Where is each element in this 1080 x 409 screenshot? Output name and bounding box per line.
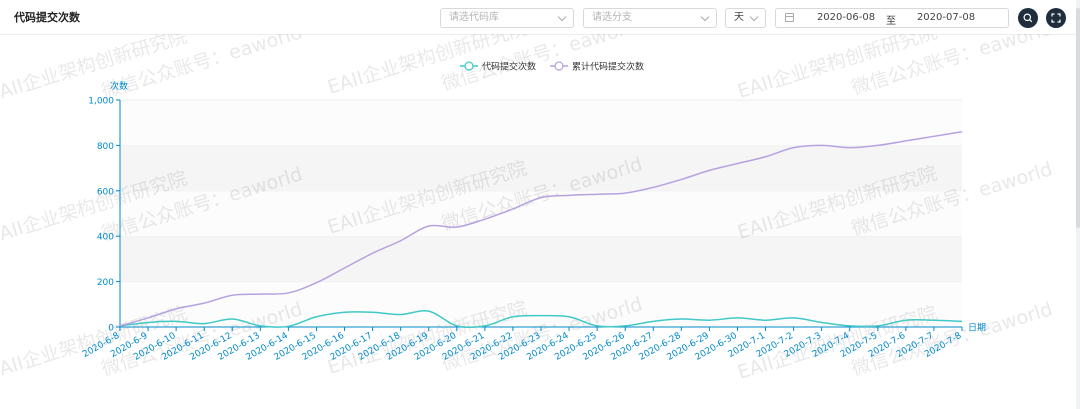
repo-select[interactable]: 请选代码库 xyxy=(440,8,574,28)
date-start-input[interactable]: 2020-06-08 xyxy=(816,12,876,23)
x-axis-title: 日期 xyxy=(968,323,986,334)
fullscreen-button[interactable] xyxy=(1046,8,1066,28)
legend-swatch-marker xyxy=(464,61,474,71)
branch-select[interactable]: 请选分支 xyxy=(583,8,717,28)
branch-select-placeholder: 请选分支 xyxy=(592,12,632,23)
y-tick-label: 1,000 xyxy=(88,97,114,107)
search-icon xyxy=(1023,13,1033,23)
search-button[interactable] xyxy=(1018,8,1038,28)
y-axis-title: 次数 xyxy=(110,80,128,92)
date-range-picker[interactable]: 2020-06-08 至 2020-07-08 xyxy=(775,8,1009,28)
granularity-value: 天 xyxy=(734,12,744,23)
legend-label: 代码提交次数 xyxy=(482,61,536,73)
legend-item: 累计代码提交次数 xyxy=(550,61,644,73)
fullscreen-icon xyxy=(1051,13,1061,23)
chart-panel: 代码提交次数 请选代码库 请选分支 天 2020-06-08 至 2020-07… xyxy=(0,0,1076,409)
y-tick-label: 400 xyxy=(97,233,114,243)
grid-band xyxy=(120,236,962,282)
legend-swatch-marker xyxy=(554,61,564,71)
page-title: 代码提交次数 xyxy=(14,11,80,24)
line-chart: EAII企业架构创新研究院微信公众账号：eaworld EAII企业架构创新研究院… xyxy=(0,34,1055,384)
chevron-down-icon xyxy=(749,12,759,22)
y-tick-label: 200 xyxy=(97,278,114,288)
date-separator: 至 xyxy=(886,16,896,27)
y-tick-label: 800 xyxy=(97,142,114,152)
granularity-select[interactable]: 天 xyxy=(725,8,766,28)
legend-label: 累计代码提交次数 xyxy=(572,61,644,73)
chevron-down-icon xyxy=(557,12,567,22)
calendar-icon xyxy=(785,13,794,22)
scrollbar-thumb[interactable] xyxy=(1076,8,1080,228)
chevron-down-icon xyxy=(700,12,710,22)
y-tick-label: 600 xyxy=(97,187,114,197)
panel-header: 代码提交次数 请选代码库 请选分支 天 2020-06-08 至 2020-07… xyxy=(0,0,1076,35)
grid-band xyxy=(120,100,962,146)
repo-select-placeholder: 请选代码库 xyxy=(449,12,499,23)
date-end-input[interactable]: 2020-07-08 xyxy=(906,12,986,23)
scrollbar[interactable] xyxy=(1076,0,1080,409)
